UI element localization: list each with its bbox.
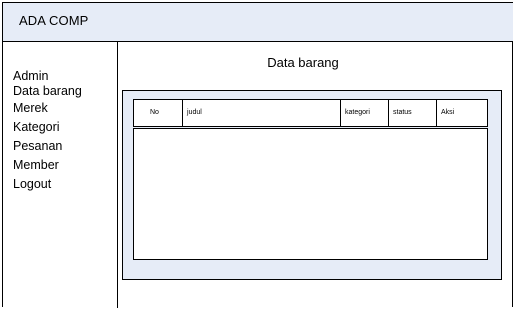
sidebar-menu: Admin Data barang Merek Kategori Pesanan…: [13, 67, 82, 194]
table-panel: No judul kategori status Aksi: [122, 90, 502, 280]
header-bar: ADA COMP: [3, 3, 513, 42]
column-header-judul[interactable]: judul: [182, 100, 340, 126]
page-title: Data barang: [267, 55, 339, 70]
column-header-status[interactable]: status: [388, 100, 436, 126]
app-window: ADA COMP Admin Data barang Merek Kategor…: [2, 2, 513, 308]
table-header-row: No judul kategori status Aksi: [133, 99, 488, 127]
table-body: [133, 128, 488, 260]
sidebar-item-kategori[interactable]: Kategori: [13, 118, 82, 137]
sidebar: Admin Data barang Merek Kategori Pesanan…: [3, 42, 118, 308]
main-content: Data barang No judul kategori status Aks…: [118, 42, 513, 308]
column-header-aksi[interactable]: Aksi: [436, 100, 487, 126]
column-header-no[interactable]: No: [134, 100, 182, 126]
sidebar-item-logout[interactable]: Logout: [13, 175, 82, 194]
sidebar-item-merek[interactable]: Merek: [13, 99, 82, 118]
column-header-kategori[interactable]: kategori: [340, 100, 388, 126]
sidebar-item-member[interactable]: Member: [13, 156, 82, 175]
app-title: ADA COMP: [19, 13, 89, 28]
sidebar-item-pesanan[interactable]: Pesanan: [13, 137, 82, 156]
